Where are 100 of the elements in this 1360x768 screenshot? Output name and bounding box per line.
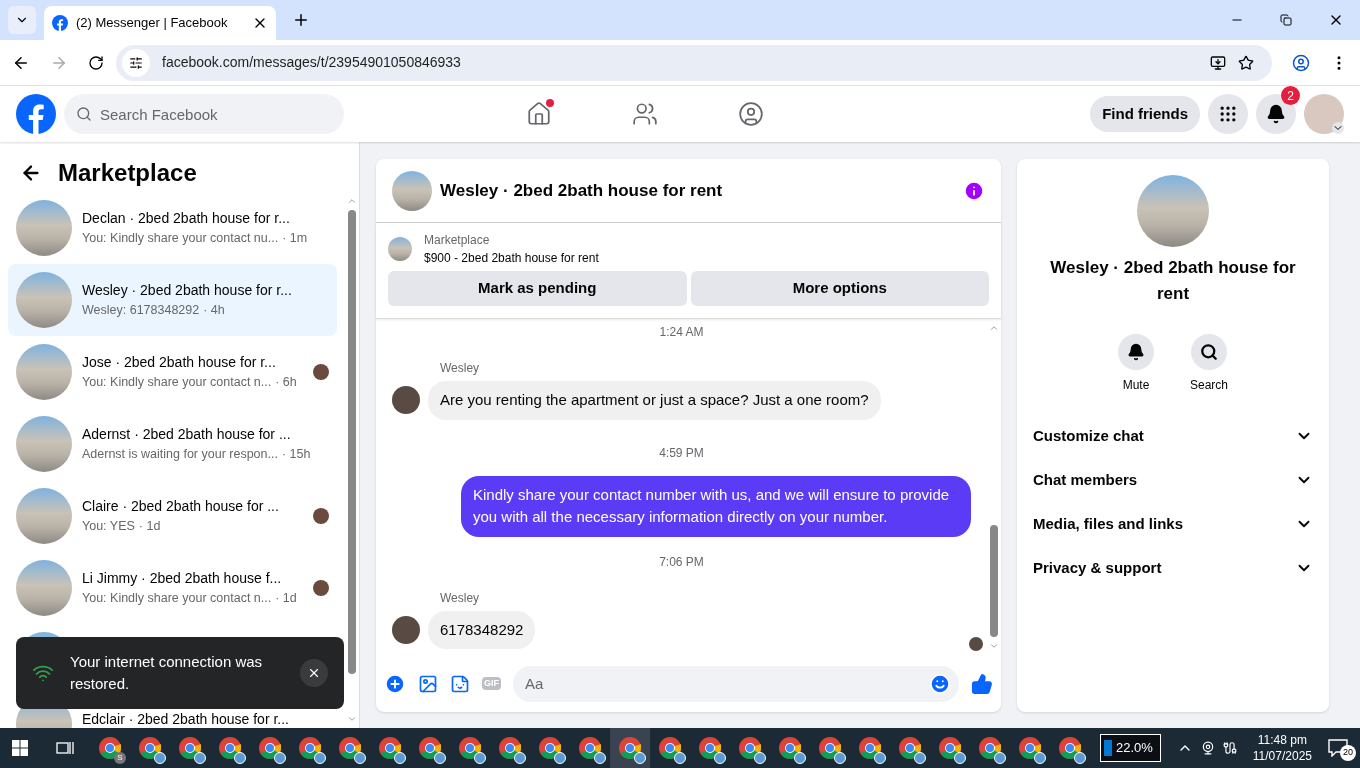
photo-icon[interactable] [418,673,438,694]
message-time: 1:24 AM [659,325,704,339]
section-header[interactable]: Privacy & support [1025,546,1321,590]
message-preview: You: Kindly share your contact nu... [82,230,279,248]
section-header[interactable]: Customize chat [1025,414,1321,458]
message-bubble: Kindly share your contact number with us, and we will ensure to provide you with all the necessary information directly on your number. [461,475,971,537]
profile-badge-icon [1074,752,1086,764]
mute-button[interactable] [1118,334,1154,370]
sender-name: Wesley [440,360,480,377]
message-preview: You: YES [82,518,135,536]
browser-icon [298,736,322,760]
avatar [392,615,420,644]
photo-placeholder [16,560,72,616]
scrollbar-thumb[interactable] [990,525,998,637]
message-preview: Adernst is waiting for your respon... [82,446,278,464]
taskbar-button[interactable] [610,728,650,768]
logo-icon[interactable] [16,94,56,134]
home-icon[interactable] [526,101,553,127]
profile-badge-icon [314,752,326,764]
message-preview: You: Kindly share your contact n... [82,374,272,392]
conversation-name: Wesley · 2bed 2bath house for r... [82,281,292,301]
contact-name: Wesley · 2bed 2bath house for rent [1049,257,1297,305]
photo-placeholder [388,237,412,261]
profile-badge-icon [954,752,966,764]
profile-badge-icon [794,752,806,764]
network-icon[interactable] [1222,741,1237,755]
browser-icon [538,736,562,760]
site-settings-icon[interactable] [129,55,143,70]
message-time: · 1d [138,518,161,536]
task-view-icon[interactable] [56,740,74,756]
install-icon[interactable] [1210,54,1226,71]
clock-time: 11:48 pm [1257,732,1307,748]
conversation-item[interactable]: Jose · 2bed 2bath house for r... You: Kindly share your contact n... · 6h [8,336,337,408]
battery-fill [1103,740,1112,756]
conversation-item[interactable]: Wesley · 2bed 2bath house for r... Wesley: 6178348292 · 4h [8,264,337,336]
message-time: 4:59 PM [659,445,704,460]
profile-icon[interactable] [1292,53,1310,72]
grid-icon [1218,104,1238,124]
clock-date: 11/07/2025 [1252,748,1312,764]
photo-placeholder [16,416,72,472]
profile-badge-icon [874,752,886,764]
browser-icon [618,736,642,760]
windows-icon[interactable] [12,740,28,756]
browser-icon [98,736,122,760]
friends-icon[interactable] [632,101,659,127]
browser-icon [258,736,282,760]
profile-badge-icon [554,752,566,764]
new-tab-icon[interactable] [292,11,310,29]
sender-name: Wesley [440,589,480,607]
avatar [392,386,420,415]
sticker-icon[interactable] [450,673,470,694]
message-time: · 6h [275,374,297,392]
message-input[interactable]: Aa [513,665,959,702]
profile-badge-icon [394,752,406,764]
browser-icon [738,736,762,760]
find-friends-button[interactable]: Find friends [1090,96,1200,132]
conversation-name: Declan · 2bed 2bath house for r... [82,209,290,229]
action-label: Search [1190,377,1228,394]
caret-icon[interactable] [1332,122,1344,134]
scrollbar-thumb[interactable] [348,210,356,674]
taskbar-button[interactable]: S [90,728,130,768]
menu-button[interactable] [1208,94,1248,134]
close-button[interactable] [300,659,328,687]
search-button[interactable] [1191,334,1227,370]
battery-percentage: 22.0% [1115,739,1154,758]
close-icon [307,666,321,680]
browser-icon [458,736,482,760]
conversation-item[interactable]: Claire · 2bed 2bath house for ... You: YES · 1d [8,480,337,552]
browser-icon [1058,736,1082,760]
conversation-item[interactable]: Adernst · 2bed 2bath house for ... Adernst is waiting for your respon... · 15h [8,408,337,480]
groups-icon[interactable] [738,101,765,127]
restore-icon[interactable] [1280,14,1292,26]
listing-title: $900 - 2bed 2bath house for rent [424,250,599,267]
bell-icon [1127,343,1145,361]
message-bubble: Are you renting the apartment or just a space? Just a one room? [428,381,881,420]
message-time: · 1m [282,230,308,248]
bookmark-icon[interactable] [1238,54,1254,71]
browser-icon [858,736,882,760]
reload-icon[interactable] [88,54,104,71]
message-bubble: 6178348292 [428,610,536,649]
search-field[interactable]: Search Facebook [64,94,344,134]
conversation-name: Claire · 2bed 2bath house for ... [82,497,279,517]
camera-icon[interactable] [1200,741,1215,755]
info-icon[interactable] [963,179,985,202]
listing-action-button[interactable]: More options [690,271,989,306]
profile-badge-icon [514,752,526,764]
like-icon[interactable] [971,672,993,695]
browser-icon [578,736,602,760]
profile-badge-icon [274,752,286,764]
section-header[interactable]: Media, files and links [1025,502,1321,546]
plus-icon[interactable] [384,672,406,695]
browser-tab[interactable]: (2) Messenger | Facebook [44,6,276,40]
conversation-item[interactable]: Declan · 2bed 2bath house for r... You: Kindly share your contact nu... · 1m [8,192,337,264]
conversation-name: Adernst · 2bed 2bath house for ... [82,425,291,445]
listing-action-button[interactable]: Mark as pending [388,271,687,306]
address-bar[interactable]: facebook.com/messages/t/23954901050846933 [116,44,1272,81]
message-time: 7:06 PM [659,554,704,569]
message-preview: Wesley: 6178348292 [82,302,200,320]
section-header[interactable]: Chat members [1025,458,1321,502]
conversation-item[interactable]: Li Jimmy · 2bed 2bath house f... You: Kindly share your contact n... · 1d [8,552,337,624]
